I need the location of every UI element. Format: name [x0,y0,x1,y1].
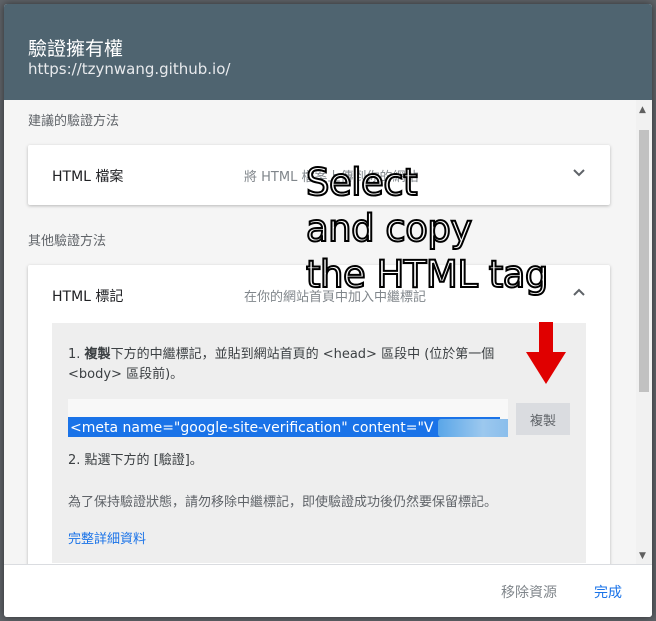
redacted-token [437,419,508,437]
annotation-line-3: the HTML tag [305,252,549,297]
dialog-footer: 移除資源 完成 [4,564,652,617]
annotation-line-2: and copy [305,206,473,251]
keep-tag-note: 為了保持驗證狀態，請勿移除中繼標記，即使驗證成功後仍然要保留標記。 [68,495,498,510]
full-details-link[interactable]: 完整詳細資料 [68,528,146,547]
dialog-header: 驗證擁有權 https://tzynwang.github.io/ [4,4,652,100]
step-1-rest: 下方的中繼標記，並貼到網站首頁的 <head> 區段中 (位於第一個 [110,347,495,362]
meta-tag-selection[interactable]: <meta name="google-site-verification" co… [68,417,508,437]
step-1-text: 1. 複製下方的中繼標記，並貼到網站首頁的 <head> 區段中 (位於第一個 … [68,345,494,385]
step-2-text: 2. 點選下方的 [驗證]。 [68,453,203,468]
meta-tag-field[interactable]: <meta name="google-site-verification" co… [68,399,508,437]
step-1-prefix: 1. [68,347,85,362]
arrow-down-icon [526,322,566,388]
copy-button[interactable]: 複製 [516,403,570,435]
meta-tag-text: <meta name="google-site-verification" co… [70,420,434,436]
method-card-html-tag: HTML 標記 在你的網站首頁中加入中繼標記 1. 複製下方的中繼標記，並貼到網… [28,265,610,564]
chevron-up-icon[interactable] [572,285,586,303]
method-title: HTML 檔案 [52,169,124,185]
verify-ownership-dialog: 驗證擁有權 https://tzynwang.github.io/ 建議的驗證方… [4,4,652,617]
other-methods-label: 其他驗證方法 [28,234,107,249]
step-1-bold: 複製 [84,347,111,362]
property-url: https://tzynwang.github.io/ [28,60,231,78]
scroll-down-icon[interactable]: ▼ [639,551,646,561]
dialog-title: 驗證擁有權 [28,38,124,60]
scrollbar-thumb[interactable] [639,130,649,392]
recommended-methods-label: 建議的驗證方法 [28,114,120,129]
done-button[interactable]: 完成 [588,581,628,603]
scroll-up-icon[interactable]: ▲ [639,105,646,115]
method-title: HTML 標記 [52,289,124,305]
annotation-line-1: Select [305,160,419,205]
chevron-down-icon[interactable] [572,165,586,183]
content-scrollbar[interactable]: ▲ ▼ [636,100,652,564]
step-1-line2: <body> 區段前)。 [68,367,184,382]
annotation-text: Select and copy the HTML tag [305,160,549,298]
instructions-panel: 1. 複製下方的中繼標記，並貼到網站首頁的 <head> 區段中 (位於第一個 … [52,323,586,563]
remove-property-button[interactable]: 移除資源 [495,581,563,603]
